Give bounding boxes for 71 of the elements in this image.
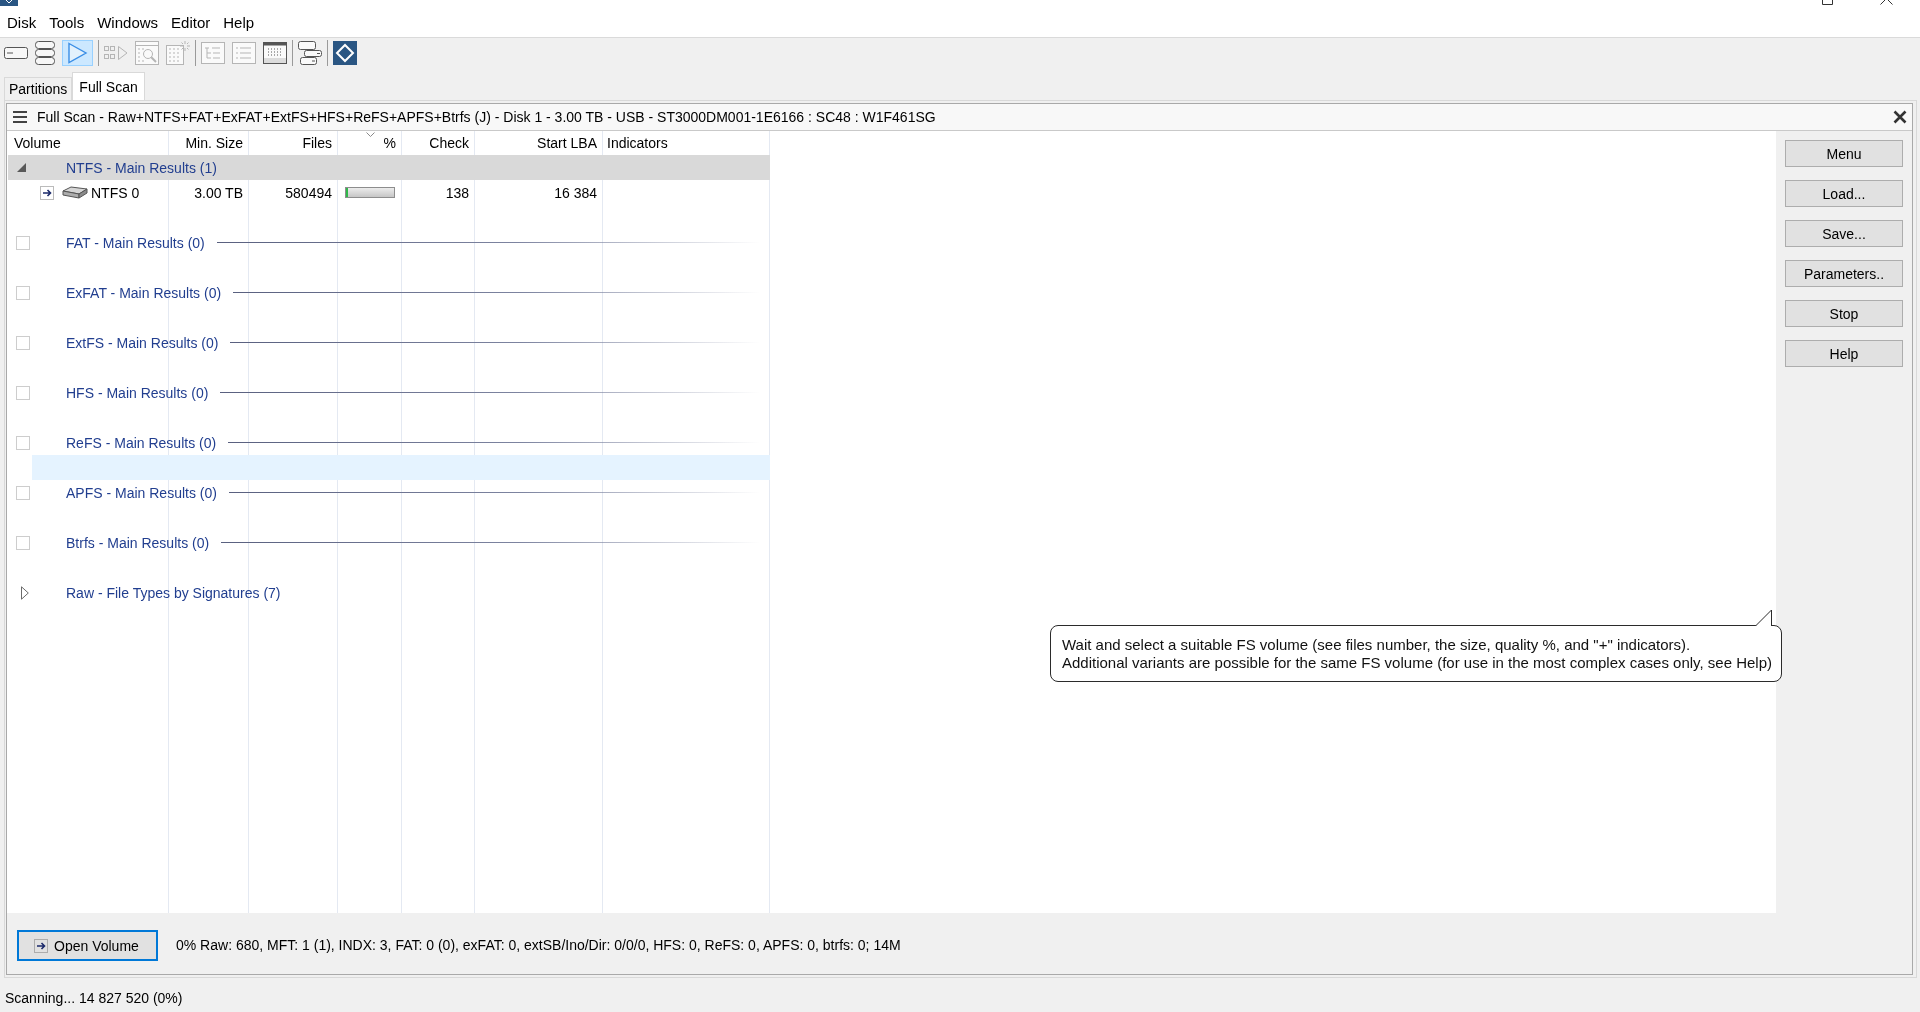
- tree-row[interactable]: ReFS - Main Results (0): [8, 430, 770, 455]
- tree-row[interactable]: ExtFS - Main Results (0): [8, 330, 770, 355]
- stacked-windows-icon[interactable]: [298, 41, 322, 65]
- expanded-arrow-icon[interactable]: [17, 163, 26, 172]
- tree-row[interactable]: NTFS - Main Results (1): [8, 155, 770, 180]
- column-header[interactable]: %: [337, 131, 401, 155]
- column-header[interactable]: Start LBA: [474, 131, 602, 155]
- panel-button[interactable]: Stop: [1785, 300, 1903, 327]
- maximize-icon[interactable]: [1822, 0, 1833, 5]
- volume-row[interactable]: NTFS 0 3.00 TB 580494 138 16 384: [8, 180, 770, 205]
- play-icon[interactable]: [62, 40, 93, 66]
- dotted-square-icon: [16, 485, 30, 500]
- menu-item[interactable]: Help: [216, 14, 261, 31]
- close-icon[interactable]: [1880, 0, 1893, 5]
- dotted-square-icon: [16, 335, 30, 350]
- table-cell-text: 16 384: [553, 184, 598, 201]
- close-icon[interactable]: [1893, 110, 1907, 124]
- arrow-icon: [40, 185, 54, 200]
- dotted-square-icon: [16, 535, 30, 550]
- table-cell-text: 3.00 TB: [193, 184, 244, 201]
- hard-drive-icon: [62, 185, 88, 200]
- tab[interactable]: Full Scan: [72, 72, 145, 100]
- disk-stack-icon[interactable]: [35, 41, 55, 65]
- group-label: ExtFS - Main Results (0): [66, 334, 219, 351]
- column-header[interactable]: Min. Size: [168, 131, 248, 155]
- group-label: ReFS - Main Results (0): [66, 434, 217, 451]
- column-header[interactable]: Volume: [8, 131, 168, 155]
- panel-button[interactable]: Parameters..: [1785, 260, 1903, 287]
- table-cell-text: 138: [444, 184, 470, 201]
- menu-item[interactable]: Tools: [42, 14, 91, 31]
- column-header[interactable]: Indicators: [602, 131, 770, 155]
- panel-button[interactable]: Help: [1785, 340, 1903, 367]
- open-volume-button[interactable]: Open Volume: [17, 930, 158, 961]
- menu-item[interactable]: Windows: [90, 14, 165, 31]
- table-cell: NTFS 0: [91, 184, 140, 201]
- tree-row[interactable]: APFS - Main Results (0): [8, 480, 770, 505]
- group-label: APFS - Main Results (0): [66, 484, 217, 501]
- grid-view-icon[interactable]: [263, 42, 287, 64]
- tree-row[interactable]: ExFAT - Main Results (0): [8, 280, 770, 305]
- panel-title: Full Scan - Raw+NTFS+FAT+ExFAT+ExtFS+HFS+ReFS+APFS+Btrfs (J) - Disk 1 - 3.00 TB - USB - ST3000DM001-1E6166 : SC48 : W1F461SG: [37, 109, 937, 125]
- tab[interactable]: Partitions: [4, 77, 73, 100]
- tree-row[interactable]: Btrfs - Main Results (0): [8, 530, 770, 555]
- dotted-square-icon: [16, 235, 30, 250]
- diamond-logo-icon[interactable]: [333, 41, 357, 65]
- menu-item[interactable]: Disk: [0, 14, 43, 31]
- hint-text: Wait and select a suitable FS volume (see files number, the size, quality %, and "+" indicators). Additional variants are possible for the same FS volume (for use in the most complex cases only, see Help): [1061, 636, 1772, 672]
- tree-row[interactable]: FAT - Main Results (0): [8, 230, 770, 255]
- group-label: FAT - Main Results (0): [66, 234, 205, 251]
- column-header[interactable]: Check: [401, 131, 474, 155]
- drive-icon[interactable]: [4, 47, 28, 59]
- tree-row[interactable]: HFS - Main Results (0): [8, 380, 770, 405]
- dotted-square-icon: [16, 435, 30, 450]
- status-text: Scanning... 14 827 520 (0%): [5, 990, 183, 1006]
- menu-item[interactable]: Editor: [164, 14, 217, 31]
- tree-row[interactable]: Raw - File Types by Signatures (7): [8, 580, 770, 605]
- group-label: ExFAT - Main Results (0): [66, 284, 222, 301]
- group-label: HFS - Main Results (0): [66, 384, 209, 401]
- group-label: Raw - File Types by Signatures (7): [66, 584, 281, 601]
- dotted-square-icon: [16, 285, 30, 300]
- dotted-square-icon: [16, 385, 30, 400]
- scan-summary: 0% Raw: 680, MFT: 1 (1), INDX: 3, FAT: 0 (0), exFAT: 0, extSB/Ino/Dir: 0/0/0, HFS: 0, ReFS: 0, APFS: 0, btrfs: 0; 14M: [176, 936, 901, 955]
- panel-button[interactable]: Menu: [1785, 140, 1903, 167]
- group-label: NTFS - Main Results (1): [66, 159, 217, 176]
- arrow-icon: [34, 938, 48, 953]
- panel-button[interactable]: Save...: [1785, 220, 1903, 247]
- expand-arrow-icon[interactable]: [21, 585, 29, 600]
- panel-button[interactable]: Load...: [1785, 180, 1903, 207]
- table-cell-text: 580494: [284, 184, 333, 201]
- menu-icon[interactable]: [13, 111, 27, 123]
- column-header[interactable]: Files: [248, 131, 337, 155]
- group-label: Btrfs - Main Results (0): [66, 534, 210, 551]
